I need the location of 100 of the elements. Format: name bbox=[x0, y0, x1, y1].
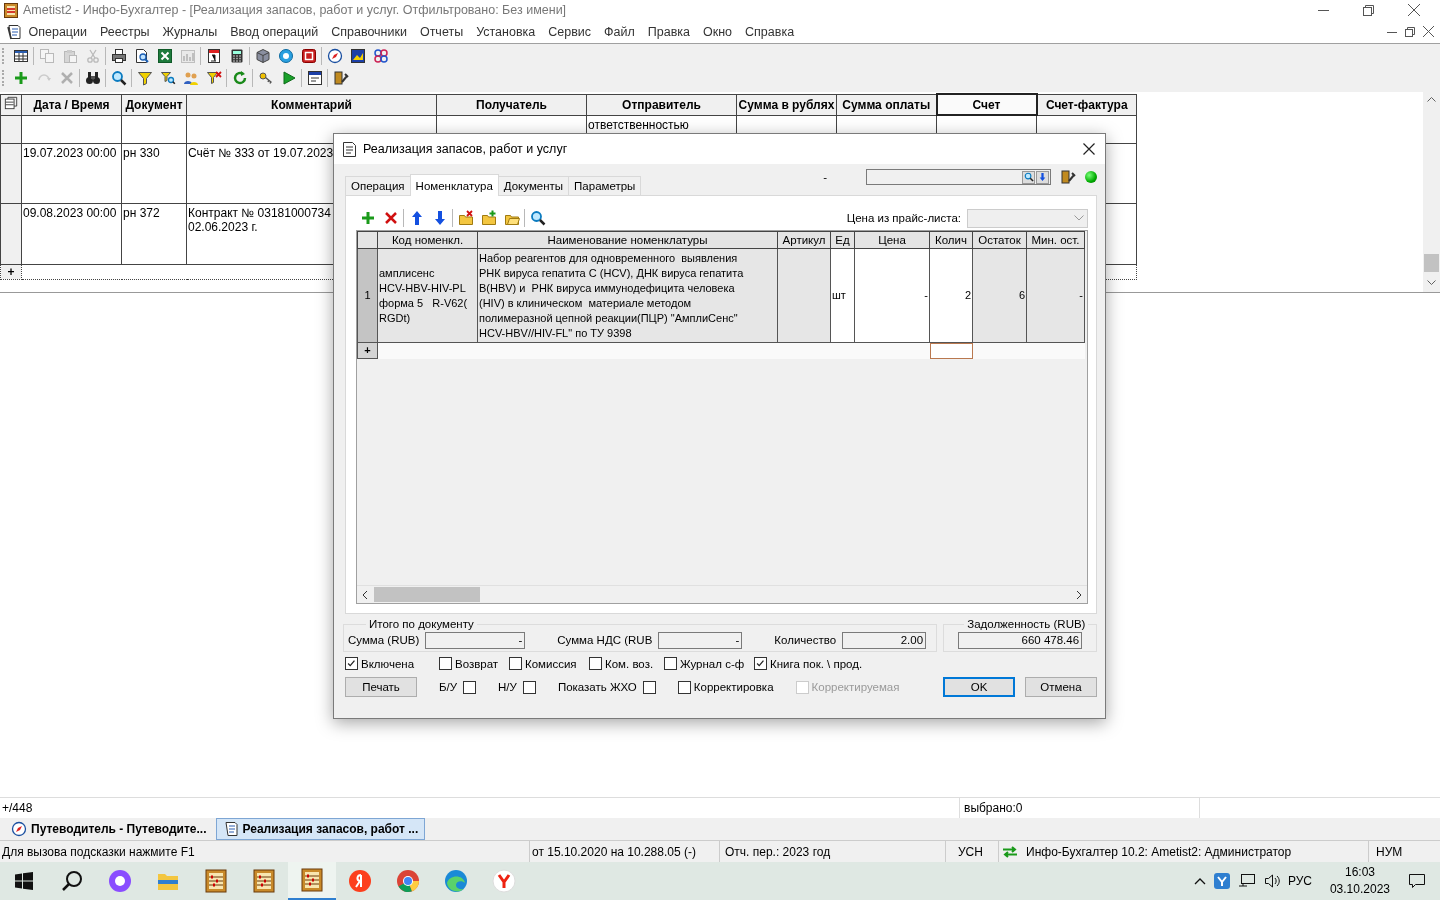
tab[interactable]: Номенклатура bbox=[409, 174, 499, 196]
abacus-icon[interactable] bbox=[205, 869, 227, 893]
chevron-up-icon[interactable] bbox=[1193, 877, 1206, 885]
assistant-icon[interactable] bbox=[108, 869, 132, 893]
search-icon[interactable] bbox=[110, 70, 127, 86]
search-icon[interactable] bbox=[529, 210, 546, 226]
clock-time[interactable]: 16:03 bbox=[1344, 864, 1375, 881]
menu-item[interactable]: Операции bbox=[22, 24, 94, 39]
column-header[interactable]: Колич bbox=[929, 231, 973, 249]
table-icon[interactable] bbox=[12, 48, 29, 64]
folder-add-icon[interactable] bbox=[480, 210, 497, 226]
column-header[interactable]: Сумма в рублях bbox=[736, 94, 837, 115]
browser-icon[interactable] bbox=[444, 869, 468, 893]
notebook-icon[interactable] bbox=[6, 23, 22, 40]
checkbox[interactable] bbox=[439, 657, 452, 670]
menu-item[interactable]: Ввод операций bbox=[223, 24, 325, 39]
column-header[interactable]: Код номенкл. bbox=[377, 231, 478, 249]
checkbox[interactable] bbox=[754, 657, 767, 670]
compass-icon[interactable] bbox=[326, 48, 343, 64]
dialog-button[interactable]: OK bbox=[943, 677, 1015, 697]
column-header[interactable]: Ед bbox=[830, 231, 855, 249]
menu-item[interactable]: Журналы bbox=[156, 24, 224, 39]
restore-icon[interactable] bbox=[1363, 4, 1374, 16]
abacus-icon[interactable] bbox=[301, 868, 323, 892]
folder-delete-icon[interactable] bbox=[457, 210, 474, 226]
calendar-icon[interactable] bbox=[205, 48, 222, 64]
column-header[interactable]: Получатель bbox=[436, 94, 587, 115]
checkbox[interactable] bbox=[664, 657, 677, 670]
menu-item[interactable]: Справка bbox=[738, 24, 801, 39]
column-header[interactable]: Артикул bbox=[777, 231, 831, 249]
checkbox[interactable] bbox=[345, 657, 358, 670]
window-tab[interactable]: Реализация запасов, работ ... bbox=[215, 818, 426, 840]
clock-date[interactable]: 03.10.2023 bbox=[1329, 881, 1390, 898]
dialog-button[interactable]: Отмена bbox=[1025, 677, 1097, 697]
restore-icon[interactable] bbox=[1405, 26, 1415, 37]
filter-search-icon[interactable] bbox=[159, 70, 176, 86]
browser-icon[interactable] bbox=[396, 869, 420, 893]
menu-item[interactable]: Файл bbox=[597, 24, 642, 39]
menu-item[interactable]: Окно bbox=[696, 24, 739, 39]
menu-item[interactable]: Справочники bbox=[324, 24, 414, 39]
column-header[interactable]: Комментарий bbox=[186, 94, 437, 115]
tools-icon[interactable] bbox=[332, 70, 349, 86]
play-icon[interactable] bbox=[280, 70, 297, 86]
key-icon[interactable] bbox=[257, 70, 274, 86]
filter-icon[interactable] bbox=[136, 70, 153, 86]
close-icon[interactable] bbox=[1083, 143, 1095, 155]
tab[interactable]: Параметры bbox=[568, 176, 642, 195]
tab[interactable]: Документы bbox=[497, 176, 570, 195]
table-settings-icon[interactable] bbox=[4, 96, 18, 110]
network-icon[interactable] bbox=[1237, 873, 1256, 889]
search-icon[interactable] bbox=[61, 870, 83, 892]
search-field[interactable] bbox=[866, 169, 1051, 185]
search-icon[interactable] bbox=[1023, 172, 1034, 182]
filter-clear-icon[interactable] bbox=[205, 70, 222, 86]
checkbox[interactable] bbox=[509, 657, 522, 670]
column-header[interactable]: Сумма оплаты bbox=[836, 94, 937, 115]
add-icon[interactable] bbox=[359, 210, 376, 226]
column-header[interactable]: Дата / Время bbox=[21, 94, 122, 115]
scroll-down-icon[interactable] bbox=[1427, 280, 1436, 286]
folder-icon[interactable] bbox=[157, 871, 179, 891]
print-preview-icon[interactable] bbox=[133, 48, 150, 64]
menu-item[interactable]: Установка bbox=[469, 24, 542, 39]
value-field[interactable]: - bbox=[658, 631, 743, 649]
menu-item[interactable]: Правка bbox=[641, 24, 697, 39]
column-header[interactable]: Счет-фактура bbox=[1036, 94, 1137, 115]
rings-icon[interactable] bbox=[372, 48, 389, 64]
menu-item[interactable]: Сервис bbox=[541, 24, 598, 39]
taskbar-button[interactable] bbox=[288, 862, 336, 900]
checkbox[interactable] bbox=[589, 657, 602, 670]
people-icon[interactable] bbox=[182, 70, 199, 86]
scrollbar-thumb[interactable] bbox=[374, 587, 480, 602]
checkbox[interactable] bbox=[642, 680, 656, 694]
print-button[interactable]: Печать bbox=[345, 677, 417, 697]
scroll-up-icon[interactable] bbox=[1427, 96, 1436, 102]
menu-item[interactable]: Отчеты bbox=[413, 24, 470, 39]
value-field[interactable]: 2.00 bbox=[842, 631, 927, 649]
start-icon[interactable] bbox=[15, 872, 33, 890]
app-icon[interactable] bbox=[348, 869, 372, 893]
language-indicator[interactable]: РУС bbox=[1287, 874, 1312, 888]
printer-icon[interactable] bbox=[110, 48, 127, 64]
column-header[interactable]: Цена bbox=[854, 231, 930, 249]
app-icon[interactable] bbox=[1213, 873, 1230, 889]
browser-icon[interactable] bbox=[492, 869, 516, 893]
close-icon[interactable] bbox=[1423, 26, 1434, 37]
delete-icon[interactable] bbox=[382, 210, 399, 226]
value-field[interactable]: 660 478.46 bbox=[958, 631, 1083, 649]
column-header[interactable]: Остаток bbox=[972, 231, 1027, 249]
checkbox[interactable] bbox=[677, 680, 691, 694]
tools-icon[interactable] bbox=[1060, 169, 1076, 185]
tab[interactable]: Операция bbox=[345, 176, 411, 195]
abacus-icon[interactable] bbox=[253, 869, 275, 893]
binoculars-icon[interactable] bbox=[84, 70, 101, 86]
window-icon[interactable] bbox=[306, 70, 323, 86]
value-field[interactable]: - bbox=[425, 631, 526, 649]
arrow-down-icon[interactable] bbox=[1038, 172, 1047, 182]
column-header[interactable]: Документ bbox=[121, 94, 187, 115]
menu-item[interactable]: Реестры bbox=[93, 24, 157, 39]
window-tab[interactable]: Путеводитель - Путеводите... bbox=[4, 818, 214, 840]
checkbox[interactable] bbox=[522, 680, 536, 694]
close-icon[interactable] bbox=[1408, 4, 1420, 16]
